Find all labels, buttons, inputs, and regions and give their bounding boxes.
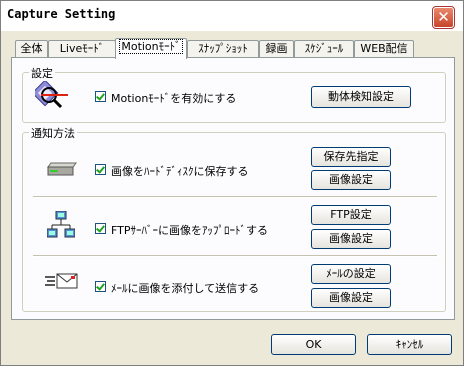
ok-button[interactable]: OK <box>271 334 356 355</box>
mail-image-settings-button[interactable]: 画像設定 <box>311 288 391 308</box>
motion-detect-settings-button[interactable]: 動体検知設定 <box>311 86 411 108</box>
tab-recording[interactable]: 録画 <box>259 40 294 58</box>
hdd-save-label: 画像をﾊｰﾄﾞﾃﾞｨｽｸに保存する <box>111 165 249 178</box>
motion-enable-label: Motionﾓｰﾄﾞを有効にする <box>111 92 237 105</box>
tab-label: ｽｹｼﾞｭｰﾙ <box>304 42 344 55</box>
divider <box>33 255 437 257</box>
tab-snapshot[interactable]: ｽﾅｯﾌﾟｼｮｯﾄ <box>187 40 259 58</box>
divider <box>33 196 437 198</box>
tab-label: WEB配信 <box>360 42 408 55</box>
ftp-upload-label: FTPｻｰﾊﾞｰに画像をｱｯﾌﾟﾛｰﾄﾞする <box>111 224 268 237</box>
settings-group: 設定 Motionﾓｰﾄﾞを有効にする 動体検知設定 <box>22 65 446 123</box>
mail-settings-button[interactable]: ﾒｰﾙの設定 <box>311 264 391 284</box>
hdd-save-checkbox[interactable] <box>95 164 106 175</box>
motion-enable-checkbox[interactable] <box>95 91 106 102</box>
tab-label: Liveﾓｰﾄﾞ <box>59 42 105 55</box>
tab-label: Motionﾓｰﾄﾞ <box>119 39 183 54</box>
close-button[interactable]: ✕ <box>432 6 455 29</box>
ftp-settings-button[interactable]: FTP設定 <box>311 205 391 225</box>
mail-icon <box>45 273 78 289</box>
title-bar: Capture Setting ✕ <box>1 1 463 31</box>
notification-group-label: 通知方法 <box>29 125 77 141</box>
motion-mode-panel: 設定 Motionﾓｰﾄﾞを有効にする 動体検知設定 通知方法 画像をﾊｰﾄﾞﾃ… <box>11 57 455 320</box>
tab-schedule[interactable]: ｽｹｼﾞｭｰﾙ <box>294 40 354 58</box>
network-icon <box>47 211 75 238</box>
mail-send-label: ﾒｰﾙに画像を添付して送信する <box>111 282 260 295</box>
settings-group-label: 設定 <box>29 65 55 81</box>
ftp-upload-checkbox[interactable] <box>95 223 106 234</box>
ftp-image-settings-button[interactable]: 画像設定 <box>311 229 391 249</box>
tab-general[interactable]: 全体 <box>15 40 48 58</box>
save-destination-button[interactable]: 保存先指定 <box>311 147 391 167</box>
tab-motion-mode[interactable]: Motionﾓｰﾄﾞ <box>115 38 187 59</box>
hard-drive-icon <box>47 162 77 176</box>
tab-live-mode[interactable]: Liveﾓｰﾄﾞ <box>48 40 116 58</box>
tab-label: 全体 <box>20 42 43 55</box>
cancel-button[interactable]: ｷｬﾝｾﾙ <box>367 334 452 355</box>
mail-send-checkbox[interactable] <box>95 281 106 292</box>
motion-detect-icon <box>35 81 68 109</box>
tab-label: 録画 <box>265 42 288 55</box>
notification-group: 通知方法 画像をﾊｰﾄﾞﾃﾞｨｽｸに保存する 保存先指定 画像設定 FTPｻｰﾊ… <box>22 125 446 312</box>
tab-web-delivery[interactable]: WEB配信 <box>354 40 414 58</box>
capture-setting-window: Capture Setting ✕ 全体 Liveﾓｰﾄﾞ Motionﾓｰﾄﾞ… <box>0 0 464 366</box>
hdd-image-settings-button[interactable]: 画像設定 <box>311 170 391 190</box>
close-icon: ✕ <box>437 8 450 26</box>
window-title: Capture Setting <box>7 7 116 21</box>
tab-label: ｽﾅｯﾌﾟｼｮｯﾄ <box>198 42 248 55</box>
